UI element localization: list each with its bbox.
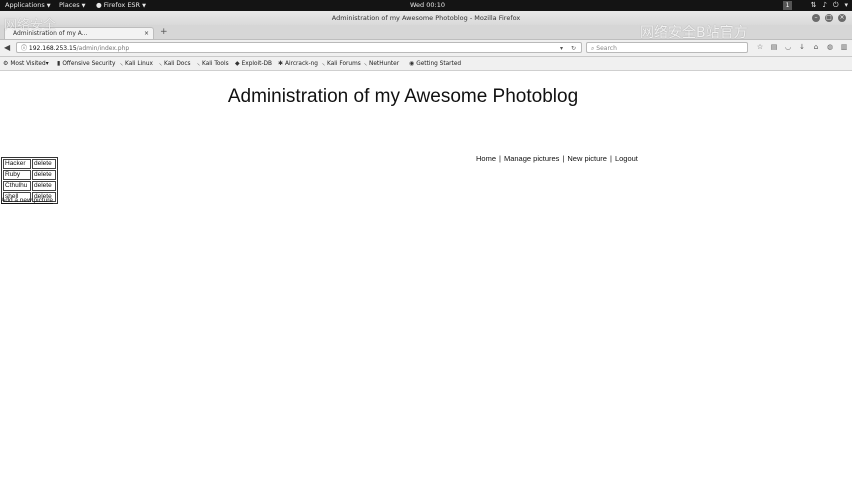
chevron-down-icon: ▼ bbox=[142, 3, 146, 9]
bookmark-label: Getting Started bbox=[416, 61, 462, 67]
watermark: 网络安全B站官方 bbox=[640, 25, 748, 41]
kali-icon: ⸜ bbox=[364, 60, 368, 67]
delete-cell: delete bbox=[32, 181, 56, 191]
bookmark-label: Kali Linux bbox=[125, 61, 153, 67]
kali-icon: ⸜ bbox=[120, 60, 124, 67]
sidebar-icon[interactable]: ▥ bbox=[840, 43, 848, 52]
chevron-down-icon: ▾ bbox=[844, 1, 848, 9]
search-input[interactable]: ⌕ Search bbox=[586, 42, 748, 53]
bookmark-exploit-db[interactable]: ◆ Exploit-DB bbox=[235, 57, 272, 71]
kali-icon: ⸜ bbox=[197, 60, 201, 67]
bookmark-kali-tools[interactable]: ⸜ Kali Tools bbox=[197, 57, 229, 71]
delete-cell: delete bbox=[32, 170, 56, 180]
window-controls: – □ × bbox=[812, 14, 846, 22]
page-title: Administration of my Awesome Photoblog bbox=[227, 86, 579, 107]
menu-logout-link[interactable]: Logout bbox=[615, 154, 638, 163]
add-picture-link[interactable]: Add a new picture bbox=[1, 197, 53, 204]
reload-icon[interactable]: ↻ bbox=[571, 43, 576, 52]
chat-icon[interactable]: ◍ bbox=[826, 43, 834, 52]
menu-separator: | bbox=[609, 154, 612, 163]
menu-separator: | bbox=[499, 154, 501, 163]
system-tray[interactable]: ⇅ ♪ ⏻ ▾ bbox=[811, 0, 848, 11]
home-icon[interactable]: ⌂ bbox=[812, 43, 820, 52]
bookmark-label: Kali Docs bbox=[164, 61, 191, 67]
volume-icon: ♪ bbox=[822, 1, 827, 9]
delete-link[interactable]: delete bbox=[34, 182, 52, 189]
chevron-down-icon: ▼ bbox=[81, 3, 86, 9]
gear-icon: ⚙ bbox=[3, 60, 9, 67]
offsec-icon: ▮ bbox=[57, 60, 61, 67]
download-icon[interactable]: ↓ bbox=[798, 43, 806, 52]
system-top-bar: Applications ▼ Places ▼ ● Firefox ESR ▼ Wed… bbox=[0, 0, 852, 11]
aircrack-icon: ✱ bbox=[278, 60, 284, 67]
toolbar-icons: ☆ ▤ ◡ ↓ ⌂ ◍ ▥ ≡ bbox=[756, 43, 852, 52]
maximize-icon[interactable]: □ bbox=[825, 14, 833, 22]
pocket-icon[interactable]: ◡ bbox=[784, 43, 792, 52]
picture-name: Cthulhu bbox=[3, 181, 31, 191]
bookmark-label: Most Visited bbox=[10, 61, 46, 67]
bookmark-kali-docs[interactable]: ⸜ Kali Docs bbox=[159, 57, 191, 71]
network-icon: ⇅ bbox=[810, 1, 817, 9]
exploitdb-icon: ◆ bbox=[235, 60, 240, 67]
url-bar[interactable]: ⓘ 192.168.253.15/admin/index.php ▾ ↻ bbox=[16, 42, 582, 53]
back-arrow-icon[interactable]: ◀ bbox=[4, 42, 10, 54]
firefox-icon: ◉ bbox=[409, 60, 415, 67]
search-placeholder: Search bbox=[596, 45, 617, 52]
chevron-down-icon: ▼ bbox=[46, 3, 51, 9]
delete-cell: delete bbox=[32, 159, 56, 169]
table-row: Cthulhu delete bbox=[3, 181, 56, 191]
url-path: /admin/index.php bbox=[76, 45, 130, 52]
bookmark-star-icon[interactable]: ☆ bbox=[756, 43, 764, 52]
power-icon: ⏻ bbox=[832, 1, 839, 9]
bookmark-offensive-security[interactable]: ▮ Offensive Security bbox=[57, 57, 115, 71]
bookmark-label: Offensive Security bbox=[62, 61, 116, 67]
menu-home-link[interactable]: Home bbox=[476, 154, 496, 163]
close-icon[interactable]: × bbox=[144, 28, 149, 39]
firefox-icon: ● bbox=[96, 1, 102, 9]
close-icon[interactable]: × bbox=[838, 14, 846, 22]
kali-icon: ⸜ bbox=[159, 60, 163, 67]
bookmark-label: Aircrack-ng bbox=[285, 61, 318, 67]
bookmark-label: NetHunter bbox=[369, 61, 400, 67]
menu-manage-pictures-link[interactable]: Manage pictures bbox=[504, 154, 559, 163]
picture-name: Ruby bbox=[3, 170, 31, 180]
new-tab-icon[interactable]: + bbox=[160, 26, 168, 38]
bookmark-most-visited[interactable]: ⚙ Most Visited▾ bbox=[3, 57, 49, 71]
library-icon[interactable]: ▤ bbox=[770, 43, 778, 52]
bookmark-label: Exploit-DB bbox=[241, 61, 272, 67]
kali-icon: ⸜ bbox=[322, 60, 326, 67]
chevron-down-icon: ▾ bbox=[45, 61, 49, 67]
workspace-indicator[interactable]: 1 bbox=[783, 1, 792, 10]
clock[interactable]: Wed 00:10 bbox=[410, 0, 445, 11]
info-icon: ⓘ bbox=[21, 45, 29, 52]
bookmark-kali-linux[interactable]: ⸜ Kali Linux bbox=[120, 57, 153, 71]
bookmark-aircrack[interactable]: ✱ Aircrack-ng bbox=[278, 57, 318, 71]
minimize-icon[interactable]: – bbox=[812, 14, 820, 22]
menu-separator: | bbox=[562, 154, 565, 163]
bookmark-nethunter[interactable]: ⸜ NetHunter bbox=[364, 57, 399, 71]
picture-name: Hacker bbox=[3, 159, 31, 169]
places-label: Places bbox=[59, 1, 80, 9]
navigation-toolbar: ◀ ⓘ 192.168.253.15/admin/index.php ▾ ↻ ⌕… bbox=[0, 40, 852, 57]
table-row: Ruby delete bbox=[3, 170, 56, 180]
applications-label: Applications bbox=[5, 1, 45, 9]
watermark-left: 网络安全 bbox=[4, 18, 57, 33]
dropdown-icon[interactable]: ▾ bbox=[560, 43, 563, 52]
delete-link[interactable]: delete bbox=[34, 171, 52, 178]
bookmark-label: Kali Forums bbox=[327, 61, 361, 67]
bookmarks-toolbar: ⚙ Most Visited▾ ▮ Offensive Security ⸜ Kali… bbox=[0, 57, 852, 71]
admin-menu: Home | Manage pictures | New picture | Logout bbox=[476, 154, 638, 163]
delete-link[interactable]: delete bbox=[34, 160, 52, 167]
app-name-label: Firefox ESR bbox=[103, 1, 141, 9]
table-row: Hacker delete bbox=[3, 159, 56, 169]
bookmark-label: Kali Tools bbox=[202, 61, 229, 67]
menu-new-picture-link[interactable]: New picture bbox=[567, 154, 607, 163]
url-host: 192.168.253.15 bbox=[28, 45, 77, 52]
bookmark-kali-forums[interactable]: ⸜ Kali Forums bbox=[322, 57, 361, 71]
bookmark-getting-started[interactable]: ◉ Getting Started bbox=[409, 57, 461, 71]
